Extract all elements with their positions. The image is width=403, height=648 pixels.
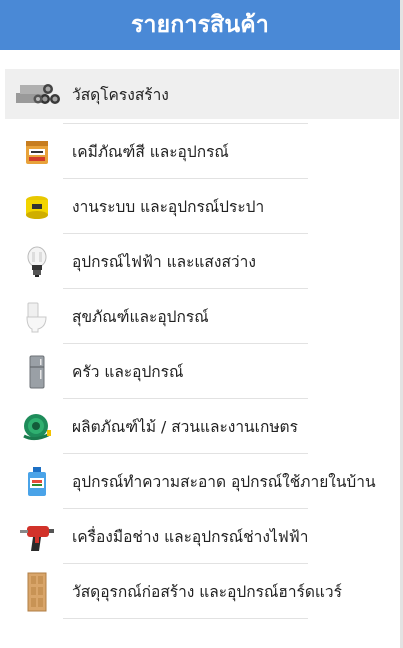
app-header: รายการสินค้า (0, 0, 400, 50)
refrigerator-icon (14, 352, 60, 392)
steel-pipes-icon (14, 74, 60, 114)
wooden-door-icon (14, 572, 60, 612)
page-title: รายการสินค้า (130, 12, 269, 38)
category-label: วัสดุโครงสร้าง (72, 85, 169, 104)
category-label: อุปกรณ์ทำความสะอาด อุปกรณ์ใช้ภายในบ้าน (72, 473, 376, 491)
toilet-icon (14, 297, 60, 337)
category-item-plumbing-systems[interactable]: งานระบบ และอุปกรณ์ประปา (0, 179, 400, 234)
category-item-structural-materials[interactable]: วัสดุโครงสร้าง (5, 69, 399, 124)
water-pump-icon (14, 187, 60, 227)
category-list: วัสดุโครงสร้าง เคมีภัณฑ์สี และอุปกรณ์ งา… (0, 69, 400, 619)
category-label: วัสดุอุรกณ์ก่อสร้าง และอุปกรณ์ฮาร์ดแวร์ (72, 583, 342, 601)
category-item-sanitary-ware[interactable]: สุขภัณฑ์และอุปกรณ์ (0, 289, 400, 344)
category-label: สุขภัณฑ์และอุปกรณ์ (72, 308, 209, 326)
row-divider (63, 618, 308, 619)
category-item-cleaning-household[interactable]: อุปกรณ์ทำความสะอาด อุปกรณ์ใช้ภายในบ้าน (0, 454, 400, 509)
category-label: อุปกรณ์ไฟฟ้า และแสงสว่าง (72, 253, 256, 271)
category-label: ครัว และอุปกรณ์ (72, 363, 184, 381)
light-bulb-icon (14, 242, 60, 282)
category-item-kitchen[interactable]: ครัว และอุปกรณ์ (0, 344, 400, 399)
category-item-wood-garden[interactable]: ผลิตภัณฑ์ไม้ / สวนและงานเกษตร (0, 399, 400, 454)
category-item-tools-electrical[interactable]: เครื่องมือช่าง และอุปกรณ์ช่างไฟฟ้า (0, 509, 400, 564)
category-label: เคมีภัณฑ์สี และอุปกรณ์ (72, 143, 229, 161)
category-item-paint-chemicals[interactable]: เคมีภัณฑ์สี และอุปกรณ์ (0, 124, 400, 179)
cleaning-bottle-icon (14, 462, 60, 502)
power-drill-icon (14, 517, 60, 557)
category-label: เครื่องมือช่าง และอุปกรณ์ช่างไฟฟ้า (72, 528, 309, 546)
paint-bucket-icon (14, 132, 60, 172)
category-label: งานระบบ และอุปกรณ์ประปา (72, 198, 265, 216)
category-item-construction-hardware[interactable]: วัสดุอุรกณ์ก่อสร้าง และอุปกรณ์ฮาร์ดแวร์ (0, 564, 400, 619)
category-item-electrical-lighting[interactable]: อุปกรณ์ไฟฟ้า และแสงสว่าง (0, 234, 400, 289)
category-label: ผลิตภัณฑ์ไม้ / สวนและงานเกษตร (72, 418, 298, 436)
garden-hose-reel-icon (14, 407, 60, 447)
